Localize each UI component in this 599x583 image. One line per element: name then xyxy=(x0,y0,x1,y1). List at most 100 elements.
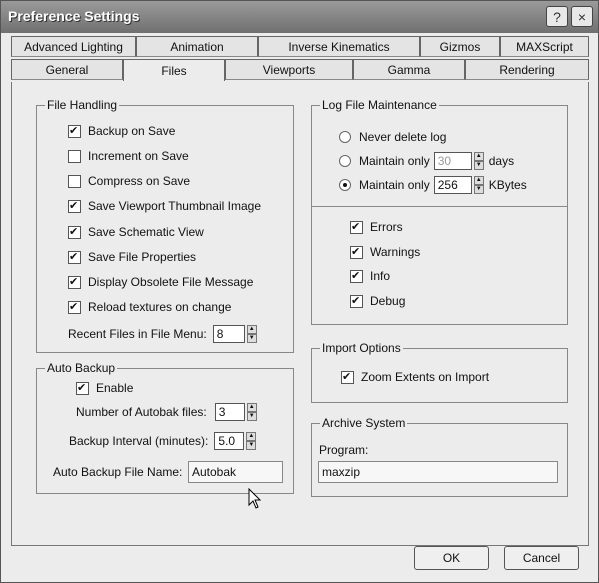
checkbox-box[interactable] xyxy=(76,381,89,395)
log-warnings-checkbox[interactable]: Warnings xyxy=(350,245,420,259)
checkbox-label: Info xyxy=(370,269,391,283)
tab-animation[interactable]: Animation xyxy=(136,36,258,57)
title-bar[interactable]: Preference Settings ? × xyxy=(1,1,598,33)
save-viewport-thumbnail-checkbox[interactable]: Save Viewport Thumbnail Image xyxy=(68,199,261,213)
radio-label: Maintain only xyxy=(359,178,430,192)
tab-inverse-kinematics[interactable]: Inverse Kinematics xyxy=(258,36,420,57)
backup-interval-row: Backup Interval (minutes): 5.0 ▲ ▼ xyxy=(69,432,257,450)
checkbox-box[interactable] xyxy=(341,370,354,384)
checkbox-box[interactable] xyxy=(68,250,81,264)
log-info-checkbox[interactable]: Info xyxy=(350,269,390,283)
checkbox-box[interactable] xyxy=(68,300,81,314)
tab-rendering[interactable]: Rendering xyxy=(465,59,589,80)
checkbox-label: Backup on Save xyxy=(88,124,176,138)
ok-button[interactable]: OK xyxy=(414,546,489,570)
checkbox-box[interactable] xyxy=(68,275,81,289)
checkbox-label: Debug xyxy=(370,294,406,308)
reload-textures-checkbox[interactable]: Reload textures on change xyxy=(68,300,231,314)
maintain-days-radio[interactable]: Maintain only 30 ▲ ▼ days xyxy=(339,152,514,170)
zoom-extents-on-import-checkbox[interactable]: Zoom Extents on Import xyxy=(341,370,489,384)
tab-gamma[interactable]: Gamma xyxy=(353,59,465,80)
checkbox-box[interactable] xyxy=(350,294,363,308)
save-schematic-view-checkbox[interactable]: Save Schematic View xyxy=(68,225,204,239)
help-icon: ? xyxy=(553,8,561,25)
log-debug-checkbox[interactable]: Debug xyxy=(350,294,405,308)
recent-files-spinner[interactable]: 8 ▲ ▼ xyxy=(212,325,257,343)
recent-files-value[interactable]: 8 xyxy=(212,325,245,343)
radio-circle[interactable] xyxy=(339,179,351,191)
archive-system-legend: Archive System xyxy=(320,416,408,430)
checkbox-box[interactable] xyxy=(68,124,81,138)
backup-interval-spinner[interactable]: 5.0 ▲ ▼ xyxy=(214,432,257,450)
checkbox-box[interactable] xyxy=(350,220,363,234)
backup-on-save-checkbox[interactable]: Backup on Save xyxy=(68,124,175,138)
backup-interval-label: Backup Interval (minutes): xyxy=(69,434,209,448)
spinner-down-icon[interactable]: ▼ xyxy=(246,441,257,450)
checkbox-box[interactable] xyxy=(68,225,81,239)
autobak-files-value[interactable]: 3 xyxy=(214,403,245,421)
archive-system-group: Archive System xyxy=(311,416,568,497)
spinner-up-icon[interactable]: ▲ xyxy=(246,325,257,334)
mouse-cursor-icon xyxy=(248,488,262,509)
checkbox-box[interactable] xyxy=(350,269,363,283)
checkbox-label: Errors xyxy=(370,220,403,234)
file-handling-legend: File Handling xyxy=(45,98,120,112)
days-value[interactable]: 30 xyxy=(433,152,472,170)
backup-interval-value[interactable]: 5.0 xyxy=(214,432,245,450)
kbytes-value[interactable]: 256 xyxy=(433,176,472,194)
auto-backup-legend: Auto Backup xyxy=(45,361,118,375)
spinner-up-icon[interactable]: ▲ xyxy=(473,152,484,161)
spinner-up-icon[interactable]: ▲ xyxy=(473,176,484,185)
preference-settings-window: Preference Settings ? × Advanced Lightin… xyxy=(0,0,599,583)
radio-circle[interactable] xyxy=(339,155,351,167)
tab-general[interactable]: General xyxy=(11,59,123,80)
checkbox-label: Zoom Extents on Import xyxy=(361,370,490,384)
kbytes-spinner[interactable]: 256 ▲ ▼ xyxy=(433,176,484,194)
increment-on-save-checkbox[interactable]: Increment on Save xyxy=(68,149,189,163)
recent-files-row: Recent Files in File Menu: 8 ▲ ▼ xyxy=(68,325,257,343)
days-spinner[interactable]: 30 ▲ ▼ xyxy=(433,152,484,170)
tab-gizmos[interactable]: Gizmos xyxy=(420,36,500,57)
maintain-kbytes-radio[interactable]: Maintain only 256 ▲ ▼ KBytes xyxy=(339,176,527,194)
checkbox-box[interactable] xyxy=(68,149,81,163)
archive-program-input[interactable]: maxzip xyxy=(318,461,558,483)
checkbox-box[interactable] xyxy=(350,245,363,259)
recent-files-label: Recent Files in File Menu: xyxy=(68,327,207,341)
checkbox-label: Save Schematic View xyxy=(88,225,204,239)
radio-label: Never delete log xyxy=(359,130,447,144)
spinner-down-icon[interactable]: ▼ xyxy=(473,185,484,194)
checkbox-label: Compress on Save xyxy=(88,174,191,188)
never-delete-log-radio[interactable]: Never delete log xyxy=(339,130,446,144)
cancel-button[interactable]: Cancel xyxy=(504,546,579,570)
tab-maxscript[interactable]: MAXScript xyxy=(500,36,589,57)
close-button[interactable]: × xyxy=(571,6,593,27)
close-icon: × xyxy=(577,8,587,25)
checkbox-box[interactable] xyxy=(68,199,81,213)
spinner-down-icon[interactable]: ▼ xyxy=(246,334,257,343)
spinner-down-icon[interactable]: ▼ xyxy=(246,412,257,421)
help-button[interactable]: ? xyxy=(546,6,568,27)
enable-autobackup-checkbox[interactable]: Enable xyxy=(76,381,133,395)
radio-circle[interactable] xyxy=(339,131,351,143)
kbytes-unit-label: KBytes xyxy=(488,178,527,192)
tab-viewports[interactable]: Viewports xyxy=(225,59,353,80)
autobak-files-label: Number of Autobak files: xyxy=(76,405,207,419)
spinner-down-icon[interactable]: ▼ xyxy=(473,161,484,170)
spinner-up-icon[interactable]: ▲ xyxy=(246,403,257,412)
spinner-up-icon[interactable]: ▲ xyxy=(246,432,257,441)
display-obsolete-message-checkbox[interactable]: Display Obsolete File Message xyxy=(68,275,253,289)
radio-label: Maintain only xyxy=(359,154,430,168)
checkbox-label: Save Viewport Thumbnail Image xyxy=(88,199,261,213)
log-errors-checkbox[interactable]: Errors xyxy=(350,220,403,234)
tab-advanced-lighting[interactable]: Advanced Lighting xyxy=(11,36,136,57)
days-unit-label: days xyxy=(488,154,515,168)
compress-on-save-checkbox[interactable]: Compress on Save xyxy=(68,174,190,188)
checkbox-label: Save File Properties xyxy=(88,250,197,264)
save-file-properties-checkbox[interactable]: Save File Properties xyxy=(68,250,196,264)
checkbox-label: Reload textures on change xyxy=(88,300,232,314)
autobak-files-spinner[interactable]: 3 ▲ ▼ xyxy=(214,403,257,421)
checkbox-box[interactable] xyxy=(68,174,81,188)
autobak-files-row: Number of Autobak files: 3 ▲ ▼ xyxy=(76,403,257,421)
tab-files[interactable]: Files xyxy=(123,59,225,81)
autobackup-filename-input[interactable]: Autobak xyxy=(188,461,283,483)
